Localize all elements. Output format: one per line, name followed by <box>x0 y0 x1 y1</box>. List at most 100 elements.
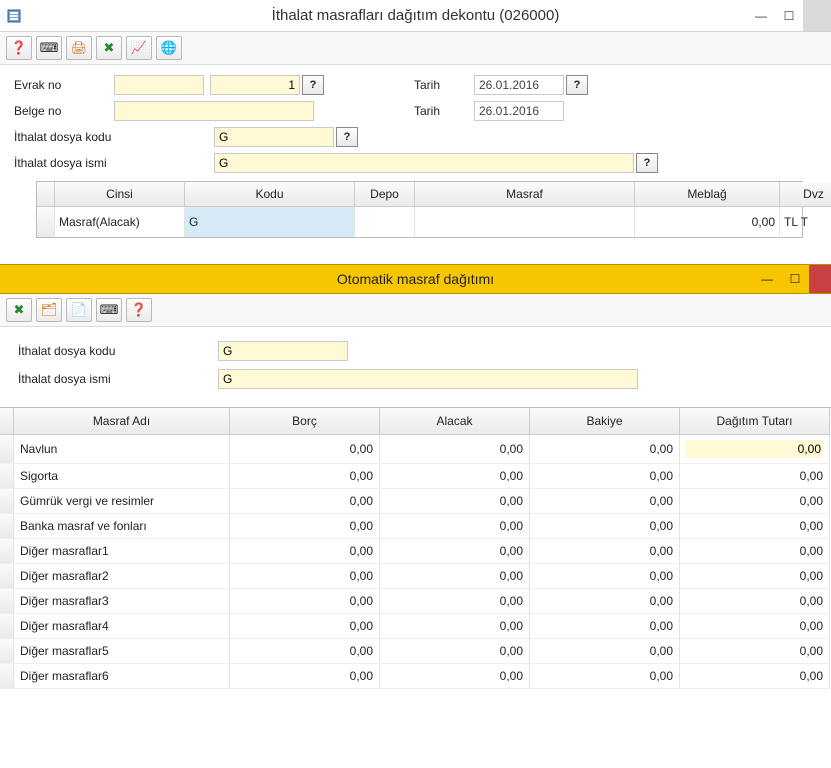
dist-cell-borc[interactable]: 0,00 <box>230 639 380 664</box>
dist-cell-alacak[interactable]: 0,00 <box>380 589 530 614</box>
globe-icon[interactable]: 🌐 <box>156 36 182 60</box>
dist-cell-alacak[interactable]: 0,00 <box>380 489 530 514</box>
col-meblag[interactable]: Meblağ <box>635 182 780 207</box>
sub-minimize-button[interactable]: — <box>753 265 781 293</box>
dist-rowhandle[interactable] <box>0 539 14 564</box>
tarih2-input[interactable] <box>474 101 564 121</box>
dist-rowhandle[interactable] <box>0 589 14 614</box>
dist-cell-dagitim[interactable]: 0,00 <box>680 589 830 614</box>
dist-cell-alacak[interactable]: 0,00 <box>380 514 530 539</box>
col-masraf[interactable]: Masraf <box>415 182 635 207</box>
dist-cell-bakiye[interactable]: 0,00 <box>530 664 680 689</box>
excel-icon[interactable]: ✖ <box>96 36 122 60</box>
dist-cell-bakiye[interactable]: 0,00 <box>530 435 680 464</box>
col-kodu[interactable]: Kodu <box>185 182 355 207</box>
dist-cell-dagitim[interactable]: 0,00 <box>680 514 830 539</box>
dist-cell-bakiye[interactable]: 0,00 <box>530 564 680 589</box>
evrak-no-b-input[interactable] <box>210 75 300 95</box>
dist-cell-borc[interactable]: 0,00 <box>230 539 380 564</box>
close-button[interactable] <box>803 0 831 31</box>
dist-rowhandle[interactable] <box>0 435 14 464</box>
dist-cell-ad[interactable]: Diğer masraflar2 <box>14 564 230 589</box>
dist-cell-borc[interactable]: 0,00 <box>230 664 380 689</box>
dist-rowhandle[interactable] <box>0 664 14 689</box>
col-dvz[interactable]: Dvz <box>780 182 831 207</box>
dist-col-dagitim[interactable]: Dağıtım Tutarı <box>680 408 830 435</box>
dist-rowhandle[interactable] <box>0 564 14 589</box>
sub-dosya-ismi-input[interactable] <box>218 369 638 389</box>
maximize-button[interactable]: ☐ <box>775 0 803 31</box>
dist-cell-bakiye[interactable]: 0,00 <box>530 614 680 639</box>
sub-dosya-kodu-input[interactable] <box>218 341 348 361</box>
col-cinsi[interactable]: Cinsi <box>55 182 185 207</box>
dist-cell-bakiye[interactable]: 0,00 <box>530 589 680 614</box>
cell-masraf[interactable] <box>415 207 635 237</box>
dist-cell-ad[interactable]: Sigorta <box>14 464 230 489</box>
page-icon[interactable]: 📄 <box>66 298 92 322</box>
dist-dagitim-input[interactable] <box>686 440 823 458</box>
tarih1-input[interactable] <box>474 75 564 95</box>
dist-cell-dagitim[interactable]: 0,00 <box>680 614 830 639</box>
keyboard-icon[interactable]: ⌨ <box>96 298 122 322</box>
dist-rowhandle[interactable] <box>0 464 14 489</box>
cell-kodu[interactable]: G <box>185 207 355 237</box>
dist-cell-dagitim[interactable]: 0,00 <box>680 489 830 514</box>
dist-cell-bakiye[interactable]: 0,00 <box>530 514 680 539</box>
dist-cell-borc[interactable]: 0,00 <box>230 564 380 589</box>
dist-cell-alacak[interactable]: 0,00 <box>380 664 530 689</box>
dist-cell-ad[interactable]: Gümrük vergi ve resimler <box>14 489 230 514</box>
belge-no-input[interactable] <box>114 101 314 121</box>
dist-col-borc[interactable]: Borç <box>230 408 380 435</box>
tarih1-lookup-button[interactable]: ? <box>566 75 588 95</box>
dosya-kodu-input[interactable] <box>214 127 334 147</box>
dist-cell-dagitim[interactable]: 0,00 <box>680 564 830 589</box>
dist-cell-dagitim[interactable]: 0,00 <box>680 664 830 689</box>
dist-rowhandle[interactable] <box>0 489 14 514</box>
keyboard-icon[interactable]: ⌨ <box>36 36 62 60</box>
dist-col-alacak[interactable]: Alacak <box>380 408 530 435</box>
dist-cell-borc[interactable]: 0,00 <box>230 464 380 489</box>
dist-cell-dagitim[interactable]: 0,00 <box>680 639 830 664</box>
dist-cell-alacak[interactable]: 0,00 <box>380 435 530 464</box>
help-icon[interactable]: ❓ <box>6 36 32 60</box>
cell-cinsi[interactable]: Masraf(Alacak) <box>55 207 185 237</box>
dist-cell-borc[interactable]: 0,00 <box>230 435 380 464</box>
excel-icon[interactable]: ✖ <box>6 298 32 322</box>
dist-rowhandle[interactable] <box>0 514 14 539</box>
dist-cell-bakiye[interactable]: 0,00 <box>530 464 680 489</box>
dist-cell-bakiye[interactable]: 0,00 <box>530 539 680 564</box>
dosya-ismi-input[interactable] <box>214 153 634 173</box>
dist-cell-dagitim[interactable]: 0,00 <box>680 464 830 489</box>
dist-col-ad[interactable]: Masraf Adı <box>14 408 230 435</box>
dist-cell-bakiye[interactable]: 0,00 <box>530 489 680 514</box>
dist-cell-borc[interactable]: 0,00 <box>230 614 380 639</box>
dist-rowhandle[interactable] <box>0 639 14 664</box>
evrak-no-lookup-button[interactable]: ? <box>302 75 324 95</box>
sub-close-button[interactable] <box>809 265 831 293</box>
dist-cell-ad[interactable]: Diğer masraflar1 <box>14 539 230 564</box>
dist-cell-ad[interactable]: Diğer masraflar4 <box>14 614 230 639</box>
chart-icon[interactable]: 📈 <box>126 36 152 60</box>
evrak-no-a-input[interactable] <box>114 75 204 95</box>
dist-cell-alacak[interactable]: 0,00 <box>380 614 530 639</box>
dist-cell-ad[interactable]: Banka masraf ve fonları <box>14 514 230 539</box>
dist-cell-alacak[interactable]: 0,00 <box>380 464 530 489</box>
minimize-button[interactable]: — <box>747 0 775 31</box>
dist-cell-dagitim[interactable]: 0,00 <box>680 539 830 564</box>
dist-cell-bakiye[interactable]: 0,00 <box>530 639 680 664</box>
print-icon[interactable]: 🖨 <box>66 36 92 60</box>
dist-cell-borc[interactable]: 0,00 <box>230 589 380 614</box>
dist-cell-alacak[interactable]: 0,00 <box>380 539 530 564</box>
sub-maximize-button[interactable]: ☐ <box>781 265 809 293</box>
col-depo[interactable]: Depo <box>355 182 415 207</box>
cell-dvz[interactable]: TL T <box>780 207 831 237</box>
help-icon[interactable]: ❓ <box>126 298 152 322</box>
dist-cell-alacak[interactable]: 0,00 <box>380 639 530 664</box>
dist-cell-ad[interactable]: Diğer masraflar3 <box>14 589 230 614</box>
dosya-ismi-lookup-button[interactable]: ? <box>636 153 658 173</box>
dist-cell-ad[interactable]: Diğer masraflar5 <box>14 639 230 664</box>
dosya-kodu-lookup-button[interactable]: ? <box>336 127 358 147</box>
dist-col-bakiye[interactable]: Bakiye <box>530 408 680 435</box>
grid-rowhandle[interactable] <box>37 207 55 237</box>
dist-cell-borc[interactable]: 0,00 <box>230 514 380 539</box>
